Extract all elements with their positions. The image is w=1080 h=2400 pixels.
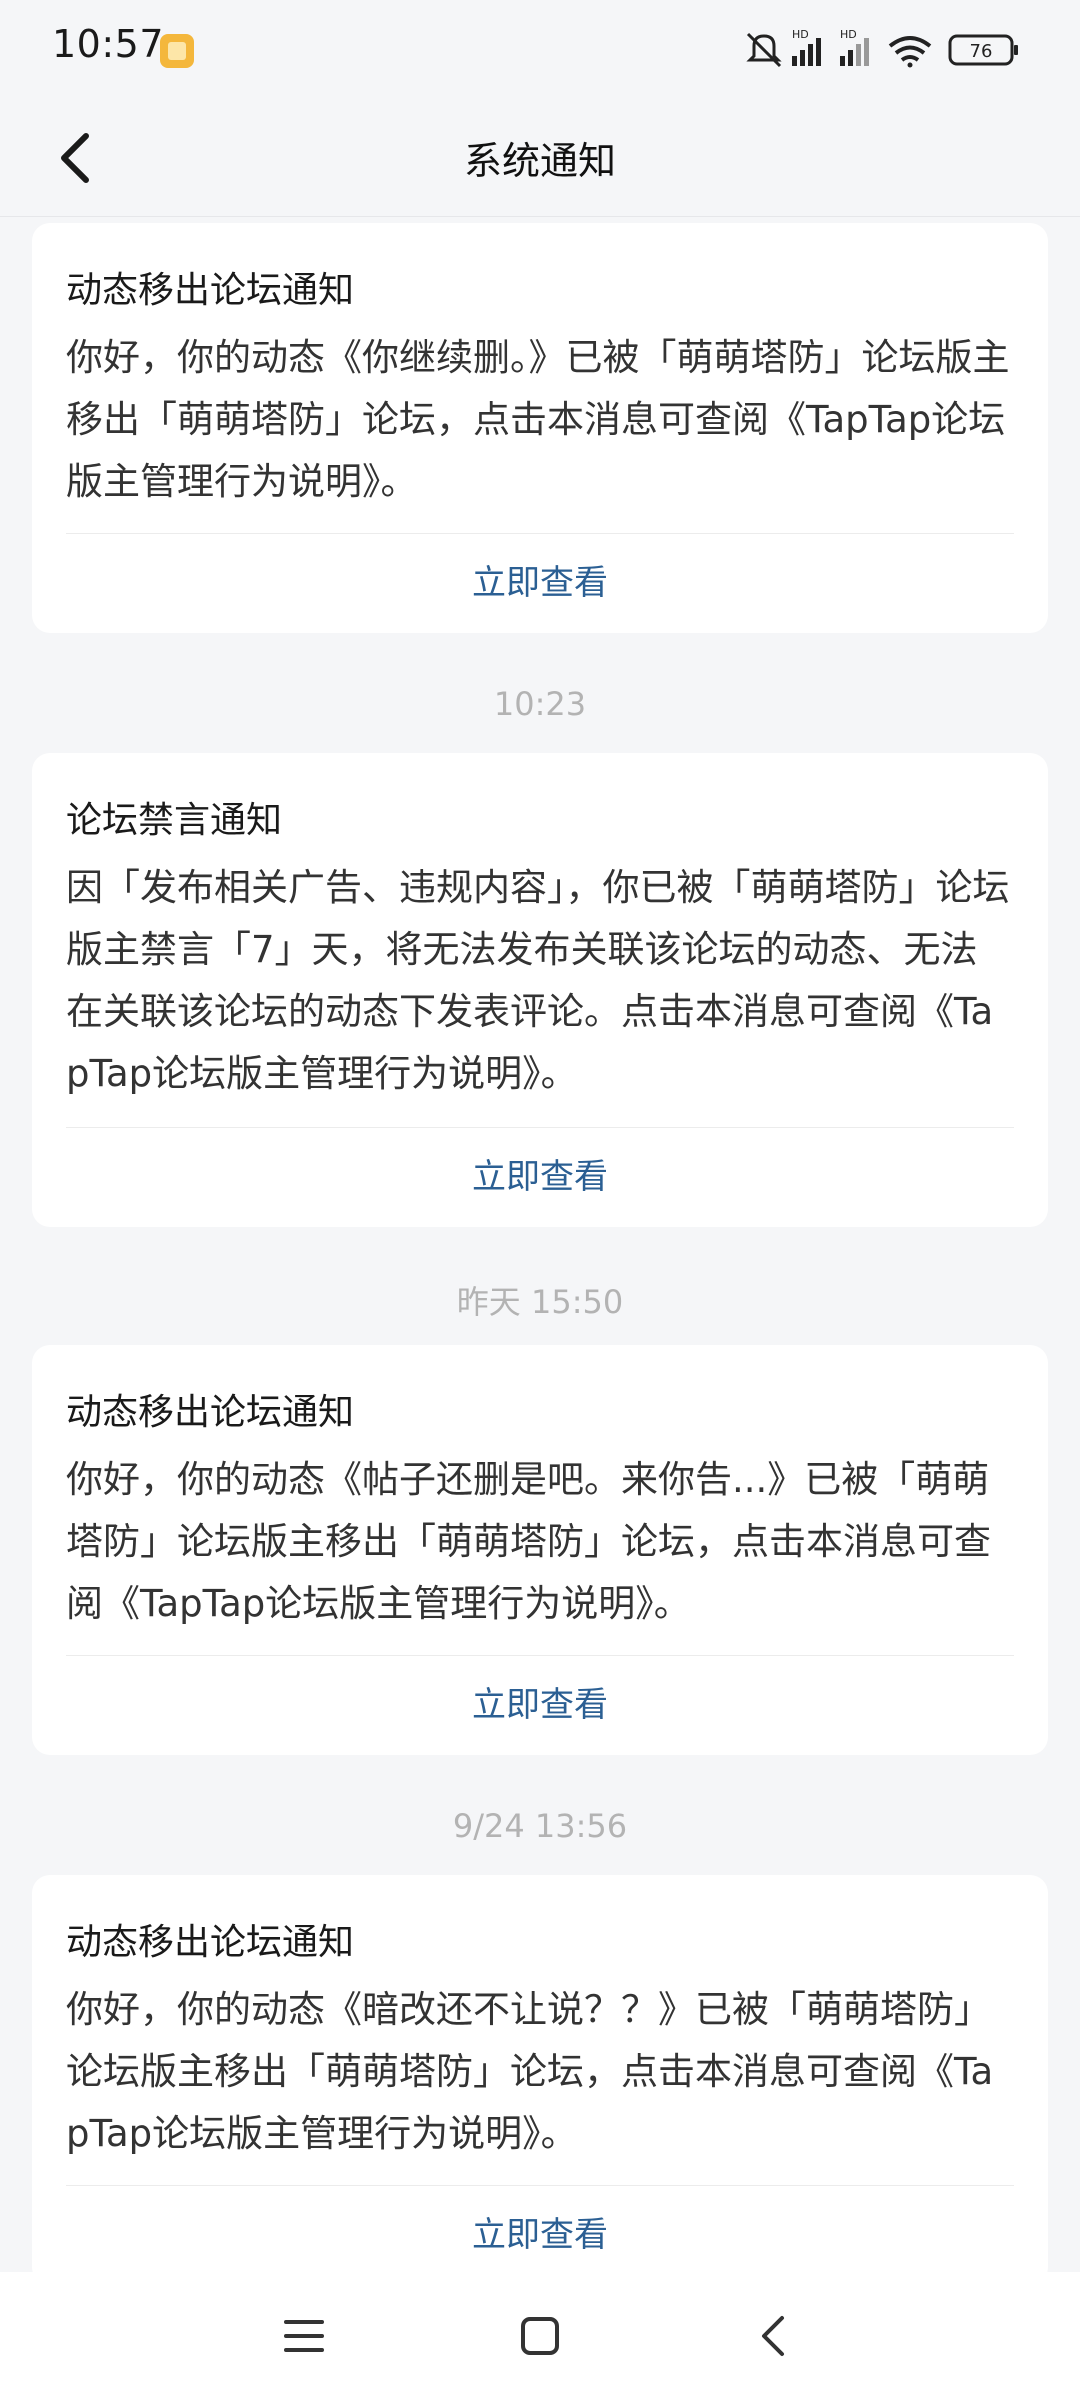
signal-icon: HD [840,28,869,66]
view-now-button[interactable]: 立即查看 [32,533,1048,633]
notification-title: 动态移出论坛通知 [66,1392,355,1433]
view-now-button[interactable]: 立即查看 [32,1127,1048,1227]
notification-list[interactable]: 动态移出论坛通知 你好，你的动态《你继续删。》已被「萌萌塔防」论坛版主移出「萌萌… [0,217,1080,2272]
screen: 10:57 HD HD 76 系统通知 动态移出论坛通知 你好，你的动态《你继续… [0,0,1080,2400]
notification-body: 你好，你的动态《帖子还删是吧。来你告...》已被「萌萌塔防」论坛版主移出「萌萌塔… [66,1458,991,1625]
navigation-bar [0,2272,1080,2400]
back-triangle-icon [762,2316,784,2356]
timestamp: 10:23 [493,685,587,723]
app-notification-icon [160,34,194,68]
notification-card[interactable]: 动态移出论坛通知 你好，你的动态《帖子还删是吧。来你告...》已被「萌萌塔防」论… [32,1345,1048,1755]
notification-card[interactable]: 动态移出论坛通知 你好，你的动态《暗改还不让说？？》已被「萌萌塔防」论坛版主移出… [32,1875,1048,2272]
timestamp: 9/24 13:56 [452,1807,628,1845]
header: 系统通知 [0,100,1080,217]
hd-label-2: HD [840,28,857,41]
status-icons: HD HD 76 [740,26,1040,72]
view-now-button[interactable]: 立即查看 [32,2185,1048,2272]
wifi-icon [888,36,932,68]
notification-body: 因「发布相关广告、违规内容」，你已被「萌萌塔防」论坛版主禁言「7」天，将无法发布… [66,866,1010,1095]
home-square-icon [521,2317,559,2355]
notification-card[interactable]: 论坛禁言通知 因「发布相关广告、违规内容」，你已被「萌萌塔防」论坛版主禁言「7」… [32,753,1048,1227]
recent-apps-button[interactable] [274,2306,334,2366]
notification-title: 动态移出论坛通知 [66,270,355,311]
timestamp: 昨天 15:50 [456,1283,624,1321]
status-bar: 10:57 HD HD 76 [0,0,1080,100]
home-button[interactable] [510,2306,570,2366]
status-icons-svg: HD HD 76 [746,28,1018,68]
hd-label-1: HD [792,28,809,41]
system-back-button[interactable] [744,2306,804,2366]
mute-icon [746,32,782,68]
battery-level: 76 [970,41,993,62]
battery-icon: 76 [948,34,1018,66]
page-title: 系统通知 [463,139,616,183]
notification-title: 动态移出论坛通知 [66,1922,355,1963]
view-now-button[interactable]: 立即查看 [32,1655,1048,1755]
status-time: 10:57 [52,22,165,66]
notification-body: 你好，你的动态《你继续删。》已被「萌萌塔防」论坛版主移出「萌萌塔防」论坛，点击本… [66,336,1010,503]
notification-card[interactable]: 动态移出论坛通知 你好，你的动态《你继续删。》已被「萌萌塔防」论坛版主移出「萌萌… [32,223,1048,633]
signal-icon: HD [792,28,821,66]
notification-body: 你好，你的动态《暗改还不让说？？》已被「萌萌塔防」论坛版主移出「萌萌塔防」论坛，… [66,1988,994,2155]
notification-title: 论坛禁言通知 [66,800,283,841]
menu-icon [284,2320,324,2352]
